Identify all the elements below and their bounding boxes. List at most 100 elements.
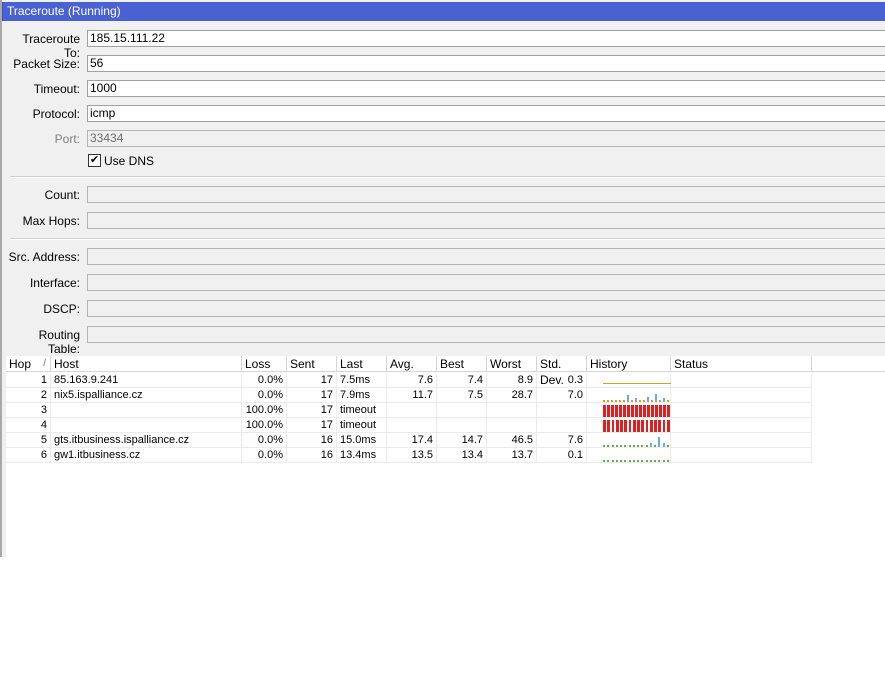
history-sparkline [589,388,672,403]
count-input[interactable] [87,186,885,203]
history-bar [666,460,669,462]
history-bar [641,420,645,432]
history-bar [603,400,605,402]
history-bar [611,420,615,432]
cell-worst: 46.5 [487,433,537,448]
column-header-label: Hop [9,357,32,371]
column-header-avg[interactable]: Avg. [387,356,437,372]
history-sparkline [589,373,672,388]
column-header-worst[interactable]: Worst [487,356,537,372]
column-header-hop[interactable]: Hop / [6,356,51,372]
history-bar [607,460,610,462]
cell-host [51,403,242,418]
cell-sent: 17 [287,373,337,388]
cell-std-dev [537,418,587,433]
table-row[interactable]: 2 nix5.ispalliance.cz 0.0% 17 7.9ms 11.7 7.5 28… [6,388,885,403]
history-bar [637,445,639,447]
timeout-input[interactable]: 1000 [87,80,885,97]
column-header-host[interactable]: Host [51,356,242,372]
history-bar [645,420,649,432]
protocol-select[interactable]: icmp [87,105,885,122]
column-header-history[interactable]: History [587,356,671,372]
history-bar [654,445,656,447]
history-bar [651,405,654,417]
routing-table-select[interactable] [87,326,885,343]
history-bar [627,395,629,402]
cell-std-dev [537,403,587,418]
cell-hop: 2 [6,388,51,403]
hops-table: Hop / Host Loss Sent Last Avg. Best Wors… [6,356,885,557]
cell-hop: 3 [6,403,51,418]
src-address-input[interactable] [87,248,885,265]
history-bar [659,400,661,402]
cell-loss: 0.0% [242,448,287,463]
max-hops-input[interactable] [87,212,885,229]
table-row[interactable]: 6 gw1.itbusiness.cz 0.0% 16 13.4ms 13.5 13.4 13… [6,448,885,463]
cell-last: 15.0ms [337,433,387,448]
cell-best: 14.7 [437,433,487,448]
history-bar [607,420,611,432]
table-row[interactable]: 3 100.0% 17 timeout [6,403,885,418]
history-bar [654,460,656,462]
column-header-status[interactable]: Status [671,356,812,372]
cell-host: nix5.ispalliance.cz [51,388,242,403]
cell-hop: 1 [6,373,51,388]
column-header-std-dev[interactable]: Std. Dev. [537,356,587,387]
history-bar [655,394,657,402]
history-bar [620,420,623,432]
history-bar [619,400,621,402]
column-header-sent[interactable]: Sent [287,356,337,372]
history-sparkline [589,433,672,448]
interface-select[interactable] [87,274,885,291]
dscp-input[interactable] [87,300,885,317]
use-dns-label[interactable]: Use DNS [104,154,154,168]
cell-sent: 16 [287,448,337,463]
history-bar [658,460,661,462]
column-header-best[interactable]: Best [437,356,487,372]
cell-host [51,418,242,433]
cell-std-dev: 7.0 [537,388,587,403]
history-bar [641,445,644,447]
history-bar [651,400,653,402]
history-bar [623,400,625,402]
history-bar [649,460,652,462]
cell-status [671,373,812,388]
use-dns-checkbox[interactable]: ✔ [88,154,101,167]
history-bar [666,445,669,447]
history-bar [603,405,606,417]
column-header-last[interactable]: Last [337,356,387,372]
cell-host: gw1.itbusiness.cz [51,448,242,463]
cell-worst: 13.7 [487,448,537,463]
history-bar [645,460,648,462]
cell-status [671,418,812,433]
window-title: Traceroute (Running) [2,2,885,21]
history-bar [619,405,622,417]
history-bar [624,420,628,432]
table-row[interactable]: 5 gts.itbusiness.ispalliance.cz 0.0% 16 15.0… [6,433,885,448]
packet-size-label: Packet Size: [13,57,80,71]
cell-best [437,403,487,418]
cell-sent: 17 [287,388,337,403]
history-bar [643,405,646,417]
cell-worst: 28.7 [487,388,537,403]
table-row[interactable]: 4 100.0% 17 timeout [6,418,885,433]
history-bar [637,460,639,462]
history-bar [647,405,650,417]
packet-size-input[interactable]: 56 [87,55,885,72]
history-bar [632,460,635,462]
cell-loss: 100.0% [242,418,287,433]
table-row[interactable]: 1 85.163.9.241 0.0% 17 7.5ms 7.6 7.4 8.9 0.3 [6,373,885,388]
column-header-loss[interactable]: Loss [242,356,287,372]
history-sparkline [589,403,672,418]
history-bar [624,460,627,462]
cell-loss: 0.0% [242,433,287,448]
history-bar [615,460,618,462]
traceroute-to-input[interactable]: 185.15.111.22 [87,30,885,47]
history-bar [632,420,636,432]
history-bar [658,420,662,432]
history-bar [615,445,618,447]
cell-avg: 13.5 [387,448,437,463]
history-bar [662,443,665,447]
form-divider [10,238,885,240]
cell-sent: 16 [287,433,337,448]
